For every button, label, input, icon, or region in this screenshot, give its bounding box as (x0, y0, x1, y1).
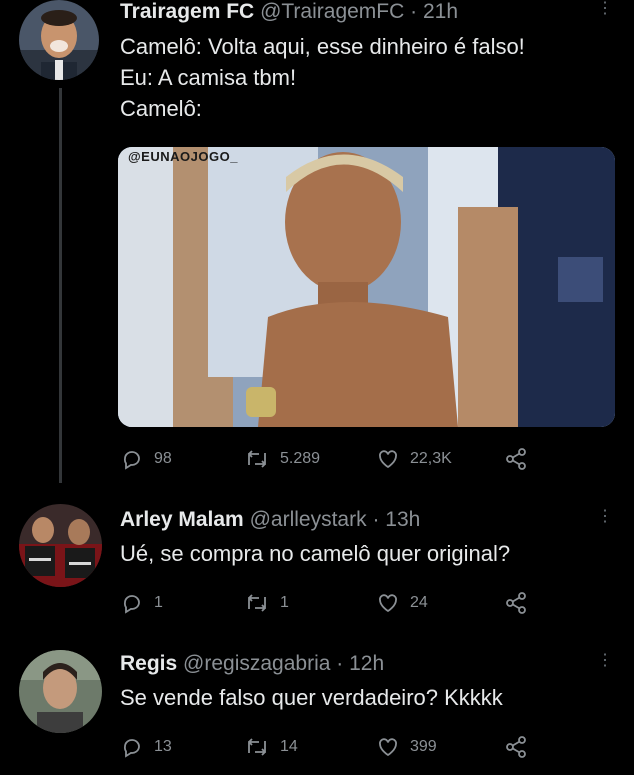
reply-button[interactable]: 13 (120, 735, 172, 759)
more-icon[interactable]: ⋮ (597, 509, 613, 525)
display-name[interactable]: Trairagem FC (120, 0, 254, 23)
like-icon (379, 450, 397, 469)
retweet-icon (248, 450, 266, 468)
photo-image (118, 147, 615, 427)
tweet-text: Se vende falso quer verdadeiro? Kkkkk (120, 682, 503, 713)
display-name[interactable]: Regis (120, 652, 177, 675)
reply-count: 98 (154, 450, 172, 467)
like-count: 24 (410, 594, 428, 611)
tweet-text-line: Camelô: (120, 96, 202, 121)
user-handle[interactable]: @arlleystark (250, 508, 367, 531)
tweet-text: Ué, se compra no camelô quer original? (120, 538, 510, 569)
more-icon[interactable]: ⋮ (597, 653, 613, 669)
avatar-image (19, 650, 102, 733)
reply-count: 13 (154, 738, 172, 755)
like-icon (379, 594, 397, 613)
like-count: 399 (410, 738, 437, 755)
reply-icon (123, 739, 140, 758)
tweet-header: Regis @regiszagabria · 12h (120, 652, 384, 676)
more-icon[interactable]: ⋮ (597, 1, 613, 17)
reply-button[interactable]: 98 (120, 447, 172, 471)
tweet-header: Arley Malam @arlleystark · 13h (120, 508, 420, 532)
user-handle[interactable]: @TrairagemFC (260, 0, 404, 23)
retweet-count: 1 (280, 594, 289, 611)
separator-dot: · (336, 652, 344, 675)
tweet-text-line: Camelô: Volta aqui, esse dinheiro é fals… (120, 34, 525, 59)
tweet-header: Trairagem FC @TrairagemFC · 21h (120, 0, 458, 24)
like-icon (379, 738, 397, 757)
retweet-button[interactable]: 1 (244, 591, 289, 615)
tweet-text-line: Ué, se compra no camelô quer original? (120, 541, 511, 566)
display-name[interactable]: Arley Malam (120, 508, 244, 531)
avatar-image (19, 504, 102, 587)
avatar-image (19, 0, 99, 80)
tweet-text-line: Eu: A camisa tbm! (120, 65, 297, 90)
like-button[interactable]: 24 (376, 591, 428, 615)
retweet-count: 14 (280, 738, 298, 755)
separator-dot: · (372, 508, 380, 531)
retweet-icon (248, 594, 266, 612)
timestamp[interactable]: 21h (423, 0, 458, 23)
like-count: 22,3K (410, 450, 452, 467)
share-icon (506, 736, 526, 758)
reply-icon (123, 595, 140, 614)
avatar[interactable] (19, 650, 102, 733)
media-watermark: @EUNAOJOGO_ (128, 149, 238, 164)
thread-connector-line (59, 88, 62, 483)
timestamp[interactable]: 13h (385, 508, 420, 531)
separator-dot: · (410, 0, 418, 23)
like-button[interactable]: 399 (376, 735, 437, 759)
like-button[interactable]: 22,3K (376, 447, 452, 471)
reply-icon (123, 451, 140, 470)
share-icon (506, 592, 526, 614)
retweet-button[interactable]: 5.289 (244, 447, 320, 471)
share-icon (506, 448, 526, 470)
avatar[interactable] (19, 0, 99, 80)
avatar[interactable] (19, 504, 102, 587)
reply-button[interactable]: 1 (120, 591, 163, 615)
tweet-text: Camelô: Volta aqui, esse dinheiro é fals… (120, 31, 525, 124)
timestamp[interactable]: 12h (349, 652, 384, 675)
retweet-count: 5.289 (280, 450, 321, 467)
share-button[interactable] (504, 735, 528, 759)
reply-count: 1 (154, 594, 163, 611)
share-button[interactable] (504, 447, 528, 471)
retweet-button[interactable]: 14 (244, 735, 298, 759)
tweet-text-line: Se vende falso quer verdadeiro? Kkkkk (120, 685, 503, 710)
user-handle[interactable]: @regiszagabria (183, 652, 330, 675)
tweet-media-photo[interactable]: @EUNAOJOGO_ (118, 147, 615, 427)
retweet-icon (248, 738, 266, 756)
share-button[interactable] (504, 591, 528, 615)
